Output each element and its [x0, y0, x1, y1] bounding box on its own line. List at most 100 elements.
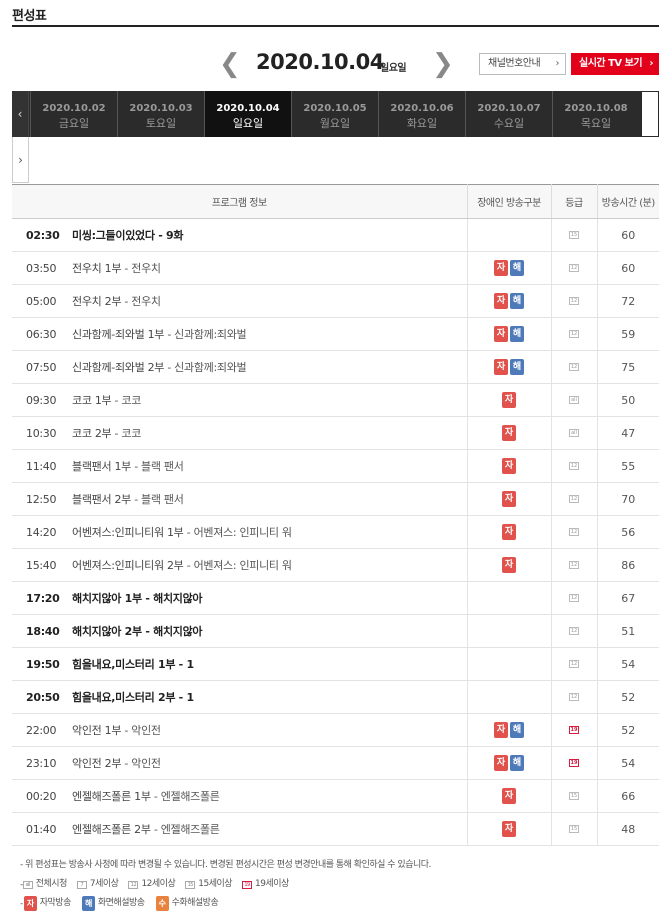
- chevron-right-icon[interactable]: ❯: [432, 51, 454, 77]
- day-tab-2020.10.07[interactable]: 2020.10.07 수요일: [465, 91, 552, 137]
- program-title[interactable]: 신과함께-죄와벌 2부: [72, 361, 164, 374]
- grade-legend-label: 7세이상: [89, 879, 119, 889]
- program-title[interactable]: 악인전 1부: [72, 724, 121, 737]
- table-row[interactable]: 10:30 코코 2부 - 코코 자 all 47: [12, 416, 659, 450]
- table-row[interactable]: 19:50 힘을내요,미스터리 1부 - 1 12 54: [12, 647, 659, 681]
- day-tab-weekday: 화요일: [406, 117, 438, 130]
- program-time: 09:30: [26, 394, 57, 407]
- program-info-cell: 23:10 악인전 2부 - 악인전: [12, 746, 467, 780]
- audio-description-badge-icon: 해: [510, 755, 524, 771]
- program-subtitle: - 해치지않아: [141, 625, 203, 638]
- title-divider: [12, 25, 659, 27]
- strip-chevron-left-icon[interactable]: ‹: [12, 91, 29, 137]
- duration-cell: 51: [596, 614, 659, 648]
- day-tab-2020.10.03[interactable]: 2020.10.03 토요일: [117, 91, 204, 137]
- program-title[interactable]: 해치지않아 1부: [72, 592, 142, 605]
- grade-cell: all: [550, 416, 597, 450]
- schedule-table: 프로그램 정보 장애인 방송구분 등급 방송시간 (분) 02:30 미씽:그들이…: [12, 184, 659, 846]
- table-row[interactable]: 00:20 엔젤해즈폴른 1부 - 엔젤해즈폴른 자 15 66: [12, 779, 659, 813]
- table-row[interactable]: 17:20 해치지않아 1부 - 해치지않아 12 67: [12, 581, 659, 615]
- table-row[interactable]: 06:30 신과함께-죄와벌 1부 - 신과함께:죄와벌 자 해 12 59: [12, 317, 659, 351]
- duration-cell: 66: [596, 779, 659, 813]
- program-title[interactable]: 엔젤해즈폴른 2부: [72, 823, 151, 836]
- program-title[interactable]: 힘을내요,미스터리 1부: [72, 658, 175, 671]
- program-title[interactable]: 엔젤해즈폴른 1부: [72, 790, 151, 803]
- date-navigation: ❮ 2020.10.04 일요일 ❯ 채널번호안내 › 실시간 TV 보기 ›: [0, 48, 667, 80]
- current-date: 2020.10.04: [256, 50, 384, 74]
- grade-12-icon: 12: [569, 561, 579, 569]
- subtitle-badge-icon: 자: [502, 491, 516, 507]
- program-info-cell: 20:50 힘을내요,미스터리 2부 - 1: [12, 680, 467, 714]
- live-tv-button[interactable]: 실시간 TV 보기 ›: [571, 53, 659, 75]
- grade-12-icon: 12: [569, 495, 579, 503]
- day-tab-2020.10.04[interactable]: 2020.10.04 일요일: [204, 91, 291, 137]
- audio-description-badge-icon: 해: [510, 293, 524, 309]
- table-row[interactable]: 11:40 블랙팬서 1부 - 블랙 팬서 자 12 55: [12, 449, 659, 483]
- live-tv-label: 실시간 TV 보기: [579, 58, 643, 69]
- header-program-info: 프로그램 정보: [12, 184, 467, 219]
- program-subtitle: - 1: [175, 658, 194, 671]
- program-title[interactable]: 블랙팬서 2부: [72, 493, 131, 506]
- program-title[interactable]: 힘을내요,미스터리 2부: [72, 691, 175, 704]
- program-time: 12:50: [26, 493, 57, 506]
- program-info-cell: 11:40 블랙팬서 1부 - 블랙 팬서: [12, 449, 467, 483]
- program-subtitle: - 블랙 팬서: [131, 460, 184, 473]
- program-time: 00:20: [26, 790, 57, 803]
- channel-number-button[interactable]: 채널번호안내 ›: [479, 53, 566, 75]
- table-row[interactable]: 23:10 악인전 2부 - 악인전 자 해 19 54: [12, 746, 659, 780]
- program-title[interactable]: 해치지않아 2부: [72, 625, 142, 638]
- badge-legend-label: 자막방송: [39, 898, 72, 908]
- program-title[interactable]: 코코 1부: [72, 394, 112, 407]
- day-tab-2020.10.05[interactable]: 2020.10.05 월요일: [291, 91, 378, 137]
- day-tab-date: 2020.10.04: [216, 103, 280, 114]
- program-title[interactable]: 코코 2부: [72, 427, 112, 440]
- grade-legend-label: 19세이상: [255, 879, 289, 889]
- table-row[interactable]: 22:00 악인전 1부 - 악인전 자 해 19 52: [12, 713, 659, 747]
- table-row[interactable]: 02:30 미씽:그들이있었다 - 9화 15 60: [12, 218, 659, 252]
- audio-description-badge-icon: 해: [81, 896, 95, 911]
- table-row[interactable]: 15:40 어벤져스:인피니티워 2부 - 어벤져스: 인피니티 워 자 12 86: [12, 548, 659, 582]
- program-title[interactable]: 어벤져스:인피니티워 2부: [72, 559, 184, 572]
- duration-cell: 48: [596, 812, 659, 846]
- day-tab-2020.10.06[interactable]: 2020.10.06 화요일: [378, 91, 465, 137]
- strip-chevron-right-icon[interactable]: ›: [12, 137, 29, 183]
- table-row[interactable]: 12:50 블랙팬서 2부 - 블랙 팬서 자 12 70: [12, 482, 659, 516]
- program-title[interactable]: 블랙팬서 1부: [72, 460, 131, 473]
- program-info-cell: 02:30 미씽:그들이있었다 - 9화: [12, 218, 467, 252]
- program-title[interactable]: 미씽:그들이있었다: [72, 229, 155, 242]
- program-time: 02:30: [26, 229, 60, 242]
- table-row[interactable]: 03:50 전우치 1부 - 전우치 자 해 12 60: [12, 251, 659, 285]
- table-row[interactable]: 01:40 엔젤해즈폴른 2부 - 엔젤해즈폴른 자 15 48: [12, 812, 659, 846]
- subtitle-badge-icon: 자: [23, 896, 37, 911]
- program-title[interactable]: 신과함께-죄와벌 1부: [72, 328, 164, 341]
- day-tab-date: 2020.10.08: [564, 103, 628, 114]
- program-title[interactable]: 어벤져스:인피니티워 1부: [72, 526, 184, 539]
- duration-cell: 52: [596, 680, 659, 714]
- program-subtitle: - 신과함께:죄와벌: [164, 328, 247, 341]
- program-info-cell: 14:20 어벤져스:인피니티워 1부 - 어벤져스: 인피니티 워: [12, 515, 467, 549]
- table-row[interactable]: 05:00 전우치 2부 - 전우치 자 해 12 72: [12, 284, 659, 318]
- table-row[interactable]: 07:50 신과함께-죄와벌 2부 - 신과함께:죄와벌 자 해 12 75: [12, 350, 659, 384]
- program-subtitle: - 엔젤해즈폴른: [150, 823, 220, 836]
- grade-12-icon: 12: [128, 880, 139, 889]
- subtitle-badge-icon: 자: [502, 821, 516, 837]
- program-time: 17:20: [26, 592, 60, 605]
- table-row[interactable]: 14:20 어벤져스:인피니티워 1부 - 어벤져스: 인피니티 워 자 12 56: [12, 515, 659, 549]
- day-tab-2020.10.02[interactable]: 2020.10.02 금요일: [30, 91, 117, 137]
- grade-15-icon: 15: [569, 792, 579, 800]
- program-title[interactable]: 전우치 1부: [72, 262, 121, 275]
- subtitle-badge-icon: 자: [494, 755, 508, 771]
- table-row[interactable]: 09:30 코코 1부 - 코코 자 all 50: [12, 383, 659, 417]
- chevron-left-icon[interactable]: ❮: [219, 51, 241, 77]
- program-subtitle: - 악인전: [121, 757, 161, 770]
- grade-12-icon: 12: [569, 693, 579, 701]
- table-row[interactable]: 18:40 해치지않아 2부 - 해치지않아 12 51: [12, 614, 659, 648]
- day-tab-date: 2020.10.05: [303, 103, 367, 114]
- program-title[interactable]: 악인전 2부: [72, 757, 121, 770]
- program-title[interactable]: 전우치 2부: [72, 295, 121, 308]
- table-row[interactable]: 20:50 힘을내요,미스터리 2부 - 1 12 52: [12, 680, 659, 714]
- grade-12-icon: 12: [569, 528, 579, 536]
- day-tab-2020.10.08[interactable]: 2020.10.08 목요일: [552, 91, 639, 137]
- subtitle-badge-icon: 자: [494, 722, 508, 738]
- page-title: 편성표: [12, 9, 47, 24]
